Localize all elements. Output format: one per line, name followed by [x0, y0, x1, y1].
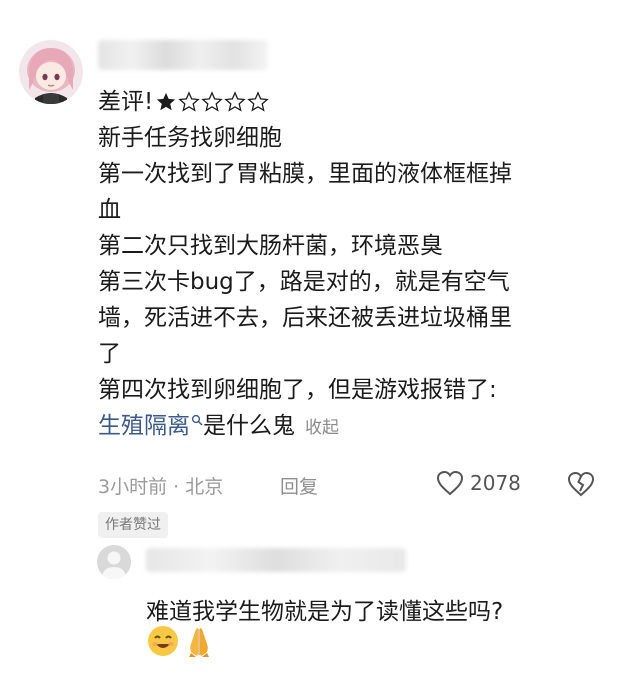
comment-line: 第二次只找到大肠杆菌，环境恶臭	[98, 233, 443, 259]
star-filled-icon	[157, 92, 176, 111]
broken-heart-icon	[567, 471, 595, 497]
comment-line: 了	[98, 341, 121, 367]
star-empty-icon	[247, 91, 269, 112]
rating-line: 差评!	[98, 84, 603, 120]
comment-line: 第三次卡bug了，路是对的，就是有空气	[98, 269, 510, 295]
reply-emojis	[146, 624, 216, 658]
comment-text: 差评! 新手任务找卵细胞 第一次找到了胃粘膜，里面的液体框框掉 血 第二次只找到…	[98, 84, 603, 446]
search-icon	[191, 414, 203, 426]
star-empty-icon	[201, 91, 223, 112]
author-liked-badge: 作者赞过	[98, 512, 168, 538]
user-avatar-icon	[19, 40, 83, 104]
comment-meta: 3小时前 · 北京 回复 2078	[98, 470, 603, 500]
comment-line: 新手任务找卵细胞	[98, 125, 282, 151]
smiling-face-icon	[148, 626, 178, 656]
comment-line: 墙，死活进不去，后来还被丢进垃圾桶里	[98, 305, 512, 331]
reply-username-redacted	[146, 548, 406, 572]
heart-icon	[436, 470, 464, 496]
comment-tag-suffix: 是什么鬼	[203, 413, 295, 439]
time-location: 3小时前 · 北京	[98, 476, 224, 498]
rating-label: 差评!	[98, 89, 154, 115]
username-redacted	[98, 40, 268, 70]
search-tag-link[interactable]: 生殖隔离	[98, 413, 203, 439]
like-count: 2078	[470, 471, 521, 495]
star-empty-icon	[178, 91, 200, 112]
reply-button[interactable]: 回复	[280, 472, 318, 499]
star-empty-icon	[224, 91, 246, 112]
comment-line: 血	[98, 197, 121, 223]
comment-line: 第一次找到了胃粘膜，里面的液体框框掉	[98, 161, 512, 187]
rating-stars	[155, 91, 270, 113]
reply-text: 难道我学生物就是为了读懂这些吗?	[146, 599, 504, 625]
like-button[interactable]: 2078	[436, 470, 521, 496]
comment-line: 第四次找到卵细胞了，但是游戏报错了:	[98, 377, 497, 403]
comment-last-line: 生殖隔离 是什么鬼 收起	[98, 408, 603, 446]
avatar[interactable]	[19, 40, 83, 104]
default-avatar-icon	[97, 545, 131, 579]
search-tag-label: 生殖隔离	[98, 413, 190, 439]
reply-avatar[interactable]	[97, 545, 131, 579]
dislike-button[interactable]	[566, 470, 596, 503]
folded-hands-icon	[189, 628, 209, 657]
collapse-button[interactable]: 收起	[305, 418, 339, 438]
